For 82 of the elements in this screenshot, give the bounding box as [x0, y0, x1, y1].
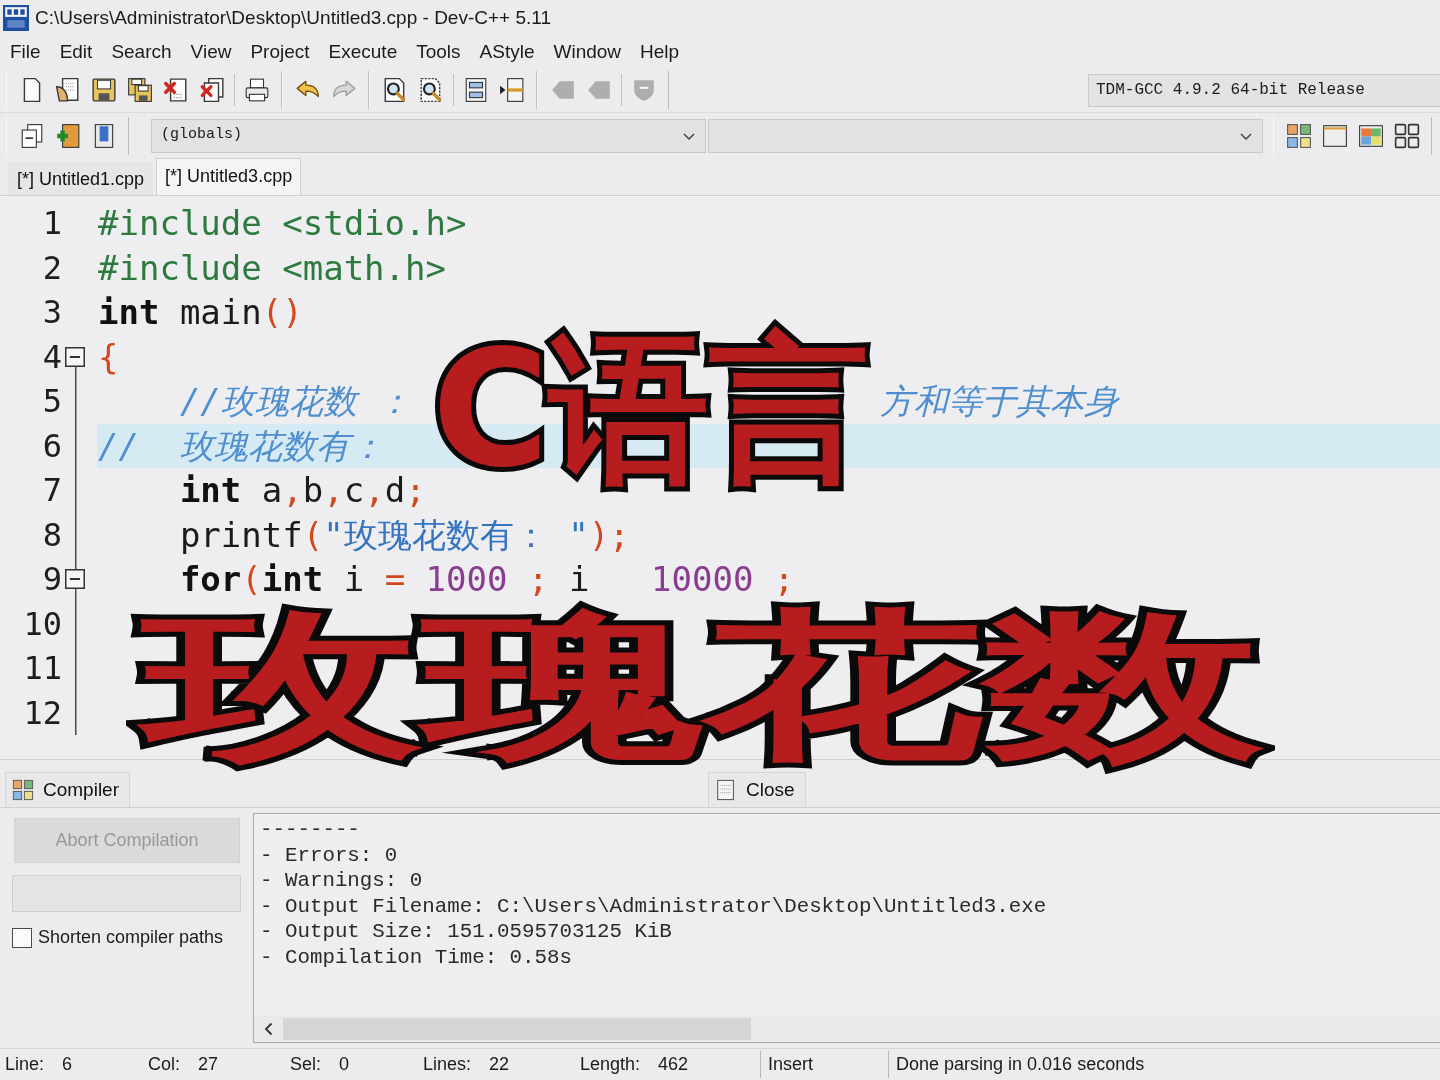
code-text: // 玫瑰花数有： — [98, 425, 384, 466]
status-label: Lines: — [423, 1053, 472, 1076]
line-number: 4 — [41, 336, 62, 378]
collapse-icon[interactable] — [65, 346, 85, 367]
status-value: 27 — [198, 1053, 219, 1076]
status-message: Done parsing in 0.016 seconds — [888, 1051, 1145, 1078]
app-icon — [3, 5, 29, 31]
file-tab[interactable]: [*] Untitled1.cpp — [8, 162, 154, 195]
line-number: 6 — [41, 425, 62, 467]
menu-item[interactable]: Tools — [416, 37, 461, 67]
log-line: - Compilation Time: 0.58s — [260, 944, 572, 970]
log-line: -------- — [260, 817, 360, 843]
status-label: Length: — [580, 1053, 641, 1076]
menu-item[interactable]: File — [10, 37, 41, 67]
menu-item[interactable]: Window — [553, 37, 622, 67]
code-text: 方和等于其本身 — [880, 381, 1118, 422]
code-text: #include <math.h> — [98, 247, 446, 288]
line-number: 5 — [41, 381, 62, 422]
stacked-bars-icon[interactable] — [463, 77, 489, 103]
panel-tab[interactable]: Compiler — [5, 772, 131, 807]
checkbox[interactable] — [12, 927, 32, 948]
floppy-disks-icon[interactable] — [127, 77, 153, 103]
line-number: 1 — [41, 203, 62, 244]
line-number: 11 — [22, 648, 62, 689]
code-text: { — [98, 336, 119, 377]
code-text: int a,b,c,d; — [179, 470, 426, 511]
line-number: 2 — [41, 247, 62, 289]
horizontal-scrollbar[interactable] — [254, 1016, 1440, 1042]
close-button[interactable]: Close — [708, 772, 806, 807]
line-number: 8 — [41, 514, 62, 556]
code-text: 10000 ; — [651, 559, 795, 600]
status-value: 22 — [489, 1053, 510, 1076]
log-line: - Output Size: 151.0595703125 KiB — [260, 919, 672, 945]
file-tab[interactable]: [*] Untitled3.cpp — [156, 158, 302, 195]
window-icon[interactable] — [1322, 122, 1348, 149]
line-number: 12 — [22, 692, 62, 734]
code-text: for(int i = 1000 ; i — [179, 559, 590, 600]
search-icon[interactable] — [382, 77, 408, 103]
printer-icon[interactable] — [244, 77, 270, 103]
menu-item[interactable]: Search — [111, 37, 172, 67]
code-text: int main() — [98, 292, 303, 333]
menu-item[interactable]: Project — [250, 37, 310, 67]
collapse-icon[interactable] — [65, 569, 85, 590]
tiles-icon — [12, 779, 34, 801]
page-magnifier-icon[interactable] — [418, 77, 444, 103]
status-label: Line: — [5, 1053, 45, 1076]
line-number: 9 — [41, 559, 62, 600]
menu-item[interactable]: Edit — [59, 37, 93, 67]
status-label: Sel: — [290, 1053, 322, 1076]
status-value: 0 — [339, 1053, 350, 1076]
status-mode: Insert — [760, 1051, 888, 1078]
log-line: - Output Filename: C:\Users\Administrator\Desktop\Untitled3.exe — [260, 893, 1047, 919]
pages-cross-icon[interactable] — [199, 77, 225, 103]
menu-item[interactable]: View — [190, 37, 232, 67]
curled-page-icon[interactable] — [55, 77, 81, 103]
code-text: #include <stdio.h> — [98, 203, 467, 244]
scroll-left-icon[interactable] — [263, 1022, 275, 1036]
page-plus-icon[interactable] — [55, 122, 81, 149]
page-cross-icon[interactable] — [163, 77, 189, 103]
tiled-window-icon[interactable] — [1358, 122, 1384, 149]
log-line: - Warnings: 0 — [260, 868, 423, 894]
code-text: //玫瑰花数 ： — [179, 381, 412, 422]
checkbox-label[interactable]: Shorten compiler paths — [38, 924, 224, 951]
code-text: printf("玫瑰花数有： "); — [179, 514, 630, 555]
status-label: Col: — [148, 1053, 180, 1076]
menu-item[interactable]: AStyle — [479, 37, 535, 67]
line-number: 7 — [41, 470, 62, 511]
status-value: 462 — [658, 1053, 689, 1076]
window-title: C:\Users\Administrator\Desktop\Untitled3.cpp - Dev-C++ 5.11 — [35, 5, 551, 30]
log-line: - Errors: 0 — [260, 842, 398, 868]
menu-item[interactable]: Execute — [328, 37, 398, 67]
scope-dropdown[interactable]: (globals) — [151, 118, 706, 153]
compiler-dropdown[interactable]: TDM-GCC 4.9.2 64-bit Release — [1088, 73, 1440, 107]
grid-icon[interactable] — [1394, 122, 1420, 149]
arrow-bars-icon[interactable] — [499, 77, 525, 103]
line-number: 10 — [22, 603, 62, 645]
menu-item[interactable]: Help — [640, 37, 680, 67]
status-value: 6 — [62, 1053, 73, 1076]
two-pages-icon[interactable] — [19, 122, 45, 149]
tiles-icon[interactable] — [1286, 122, 1312, 149]
overlay-title: C语言 — [431, 325, 871, 495]
line-number: 3 — [41, 292, 62, 333]
